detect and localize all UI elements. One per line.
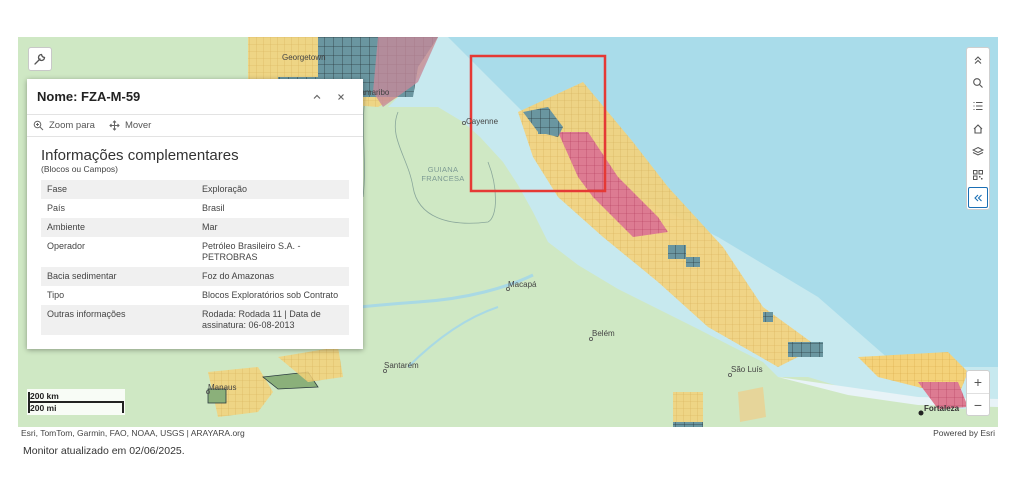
home-icon bbox=[973, 123, 983, 134]
section-title: Informações complementares bbox=[41, 147, 239, 164]
block-fza-m-59[interactable] bbox=[538, 120, 552, 134]
table-row: Ambiente Mar bbox=[41, 218, 349, 237]
search-icon bbox=[973, 77, 983, 88]
block-dark-3[interactable] bbox=[686, 257, 700, 267]
attribute-key: País bbox=[47, 203, 66, 213]
qr-grid-icon bbox=[973, 169, 983, 180]
zoom-to-button[interactable]: Zoom para bbox=[33, 120, 95, 131]
label-georgetown: Georgetown bbox=[282, 53, 326, 62]
attribute-key: Operador bbox=[47, 241, 86, 251]
table-row: Outras informações Rodada: Rodada 11 | D… bbox=[41, 305, 349, 335]
label-guiana-francesa: GUIANA FRANCESA bbox=[421, 165, 465, 183]
label-belem: Belém bbox=[592, 329, 615, 338]
marker-fortaleza bbox=[918, 410, 924, 416]
attribute-value: Brasil bbox=[202, 203, 225, 213]
attribute-value: Mar bbox=[202, 222, 218, 232]
list-icon bbox=[973, 101, 983, 110]
section-subtitle: (Blocos ou Campos) bbox=[41, 164, 119, 174]
table-row: País Brasil bbox=[41, 199, 349, 218]
search-button[interactable] bbox=[967, 71, 989, 94]
zoom-to-label: Zoom para bbox=[49, 120, 95, 131]
label-sao-luis: São Luís bbox=[731, 365, 763, 374]
attribution-bar: Esri, TomTom, Garmin, FAO, NOAA, USGS | … bbox=[18, 427, 998, 439]
scale-km-label: 200 km bbox=[30, 391, 59, 401]
label-santarem: Santarém bbox=[384, 361, 419, 370]
attribute-key: Outras informações bbox=[47, 309, 126, 319]
wrench-icon bbox=[34, 53, 46, 65]
expand-toolbar-button[interactable] bbox=[967, 48, 989, 71]
double-chevron-up-icon bbox=[974, 55, 982, 64]
attribute-key: Ambiente bbox=[47, 222, 86, 232]
tool-button[interactable] bbox=[28, 47, 52, 71]
block-onshore-south[interactable] bbox=[673, 392, 703, 427]
home-button[interactable] bbox=[967, 117, 989, 140]
legend-button[interactable] bbox=[967, 94, 989, 117]
attribute-key: Bacia sedimentar bbox=[47, 271, 117, 281]
move-button[interactable]: Mover bbox=[109, 120, 151, 131]
collapse-panel-button[interactable] bbox=[968, 187, 988, 208]
layers-icon bbox=[972, 146, 984, 156]
scale-bar: 200 km 200 mi bbox=[27, 389, 125, 415]
zoom-in-icon bbox=[33, 120, 44, 131]
attribute-key: Fase bbox=[47, 184, 68, 194]
zoom-in-button[interactable]: + bbox=[967, 371, 989, 393]
collapse-button[interactable] bbox=[305, 85, 329, 109]
move-label: Mover bbox=[124, 120, 152, 131]
feature-popup: Nome: FZA-M-59 Zoom para Mover Informaçõ… bbox=[27, 79, 363, 349]
popup-title: Nome: FZA-M-59 bbox=[37, 89, 141, 104]
double-chevron-left-icon bbox=[974, 194, 982, 201]
attribute-value: Blocos Exploratórios sob Contrato bbox=[202, 290, 339, 300]
attribute-value: Foz do Amazonas bbox=[202, 271, 275, 281]
scale-mi-label: 200 mi bbox=[30, 403, 57, 413]
table-row: Tipo Blocos Exploratórios sob Contrato bbox=[41, 286, 349, 305]
block-dark-4[interactable] bbox=[763, 312, 773, 322]
powered-by-esri[interactable]: Powered by Esri bbox=[933, 428, 995, 438]
attribute-key: Tipo bbox=[47, 290, 65, 300]
scale-right-tick bbox=[122, 401, 124, 413]
basemap-gallery-button[interactable] bbox=[967, 163, 989, 186]
block-dark-5[interactable] bbox=[788, 342, 823, 357]
close-icon bbox=[338, 93, 344, 100]
popup-actions: Zoom para Mover bbox=[27, 115, 363, 137]
label-cayenne: Cayenne bbox=[466, 117, 499, 126]
map-toolbar bbox=[966, 47, 990, 210]
move-icon bbox=[109, 120, 120, 131]
attribute-value: Petróleo Brasileiro S.A. - PETROBRAS bbox=[202, 241, 301, 262]
zoom-control: + − bbox=[966, 370, 990, 416]
block-dark-2[interactable] bbox=[668, 245, 686, 259]
chevron-up-icon bbox=[313, 94, 321, 99]
attribution-sources[interactable]: Esri, TomTom, Garmin, FAO, NOAA, USGS | … bbox=[21, 428, 245, 438]
attribute-value: Rodada: Rodada 11 | Data de assinatura: … bbox=[202, 309, 321, 330]
table-row: Fase Exploração bbox=[41, 180, 349, 199]
monitor-update-note: Monitor atualizado em 02/06/2025. bbox=[23, 445, 185, 457]
label-macapa: Macapá bbox=[508, 280, 537, 289]
label-manaus: Manaus bbox=[208, 383, 237, 392]
attribute-value: Exploração bbox=[202, 184, 248, 194]
close-button[interactable] bbox=[329, 85, 353, 109]
table-row: Operador Petróleo Brasileiro S.A. - PETR… bbox=[41, 237, 349, 267]
zoom-out-button[interactable]: − bbox=[967, 393, 989, 415]
popup-header: Nome: FZA-M-59 bbox=[27, 79, 363, 115]
page: Georgetown Paramaribo Cayenne GUIANA FRA… bbox=[0, 0, 1024, 492]
attribute-table: Fase Exploração País Brasil Ambiente Mar… bbox=[41, 180, 349, 335]
block-onshore-maranhao[interactable] bbox=[738, 387, 766, 422]
popup-body: Informações complementares (Blocos ou Ca… bbox=[27, 137, 363, 335]
layers-button[interactable] bbox=[967, 140, 989, 163]
table-row: Bacia sedimentar Foz do Amazonas bbox=[41, 267, 349, 286]
label-fortaleza: Fortaleza bbox=[924, 404, 960, 413]
